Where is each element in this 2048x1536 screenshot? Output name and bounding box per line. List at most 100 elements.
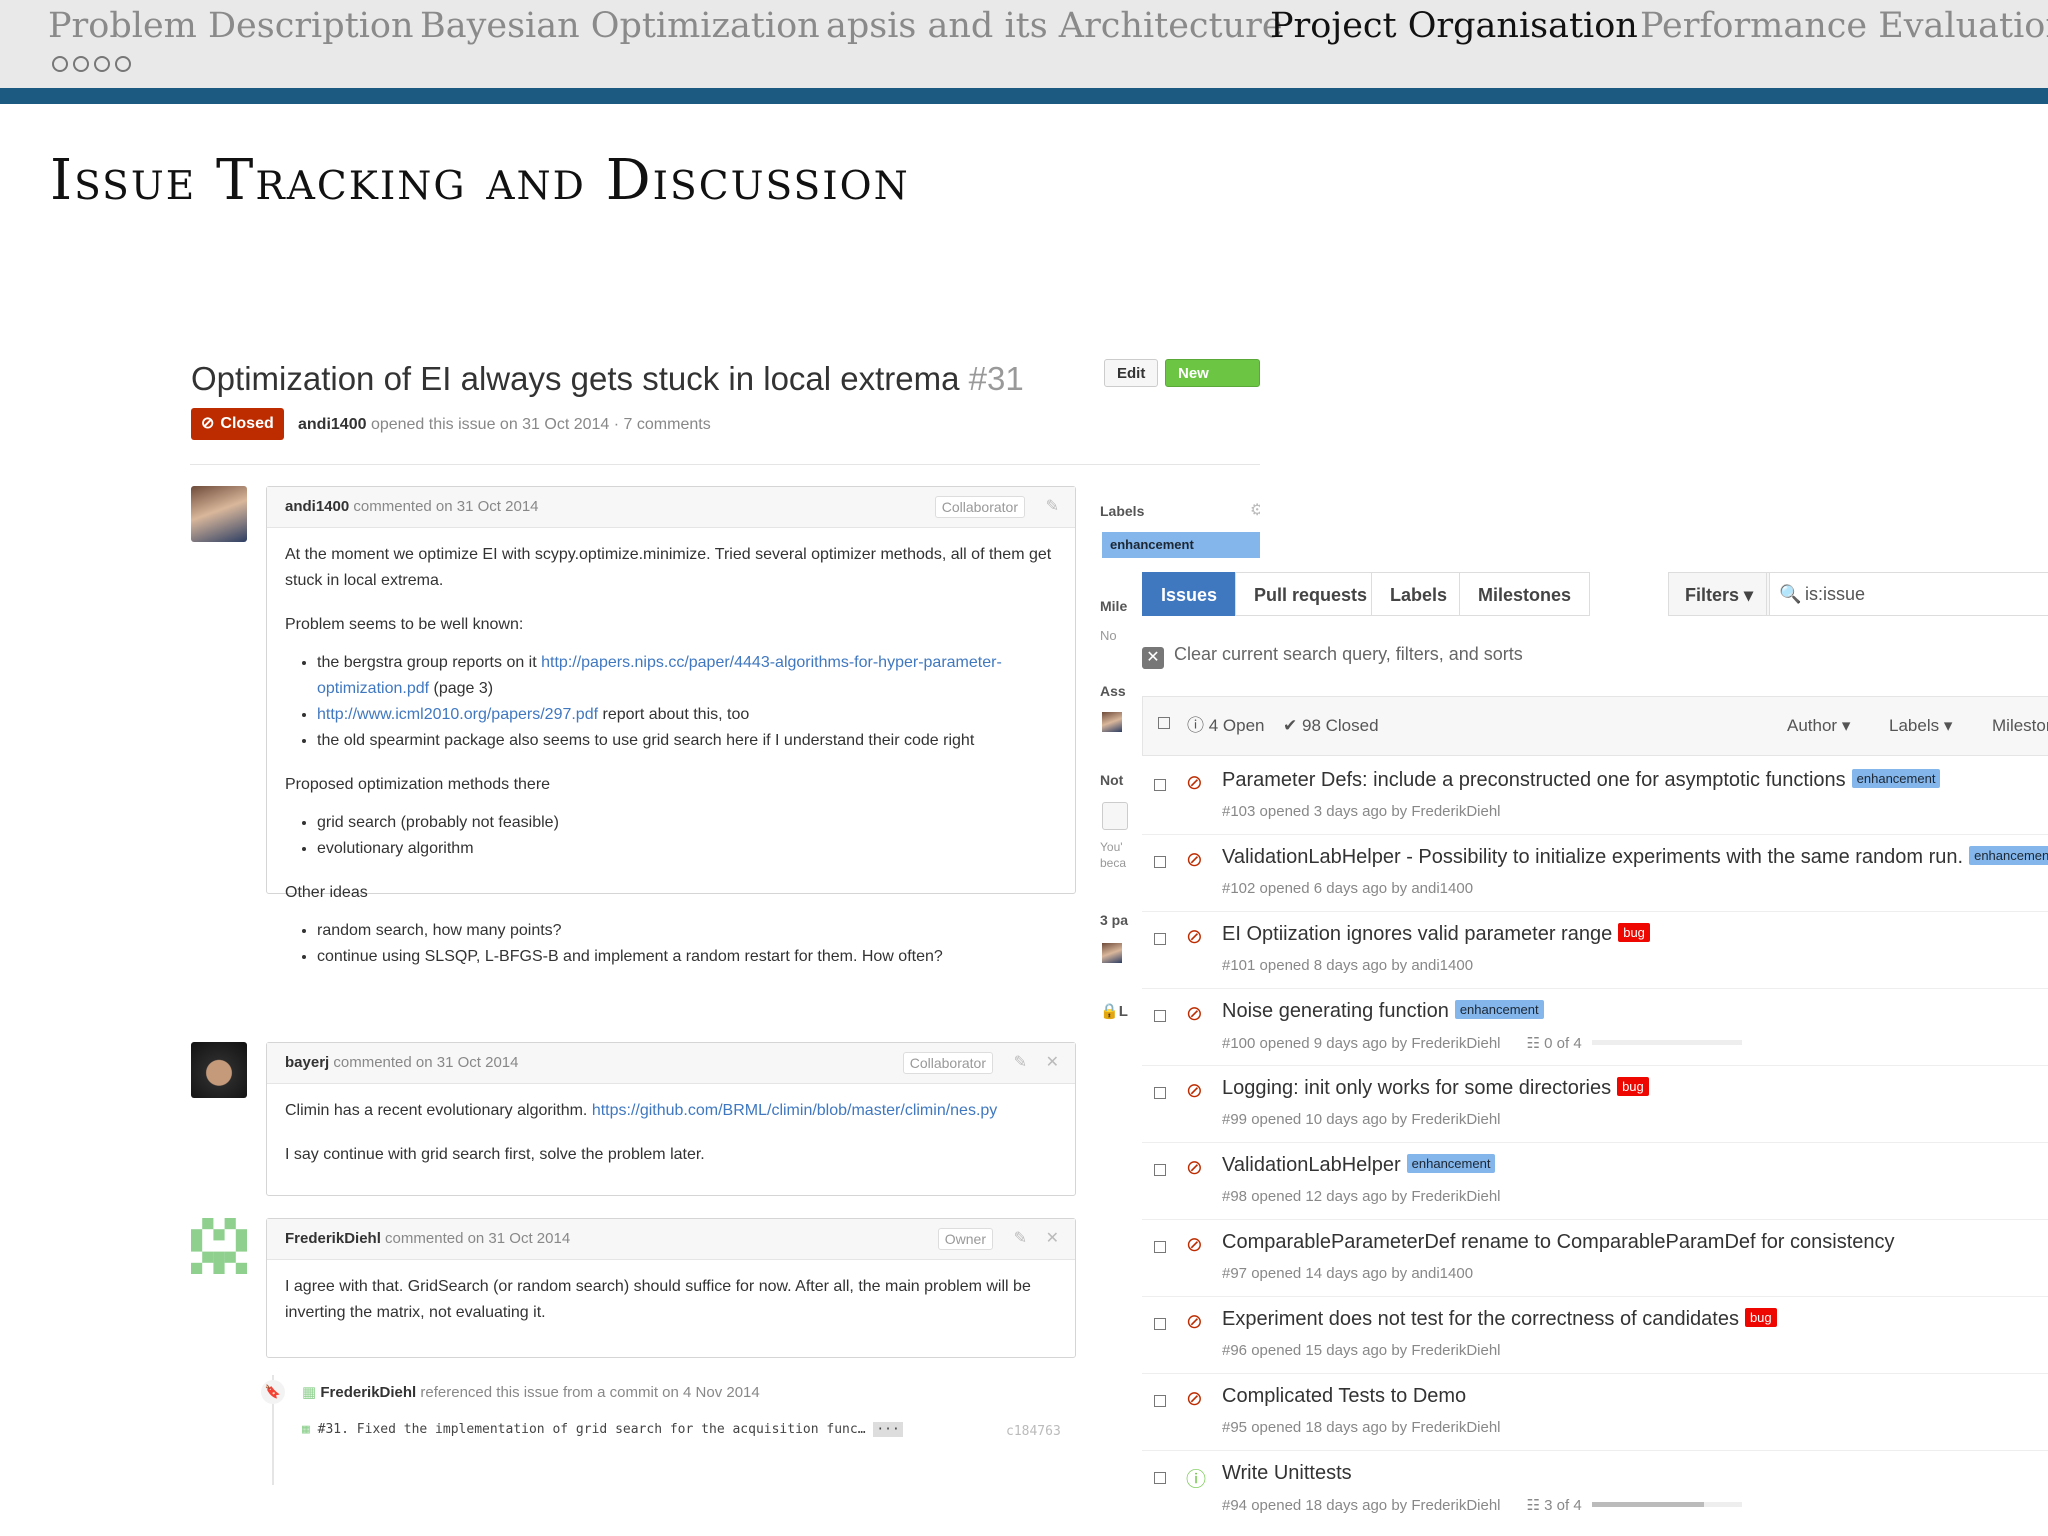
open-count-link[interactable]: ⓘ 4 Open <box>1187 697 1265 755</box>
close-icon[interactable]: ✕ <box>1046 1043 1059 1083</box>
issue-title-link[interactable]: Logging: init only works for some direct… <box>1222 1077 1649 1100</box>
issue-author-link[interactable]: andi1400 <box>298 416 366 433</box>
issue-row[interactable]: ⊘ Experiment does not test for the correc… <box>1142 1296 2048 1374</box>
issue-label[interactable]: enhancement <box>1969 846 2048 865</box>
nav-dot[interactable] <box>94 56 110 72</box>
comment-body: Climin has a recent evolutionary algorit… <box>267 1084 1075 1180</box>
avatar-frederikdiehl[interactable] <box>191 1218 247 1274</box>
nav-dot[interactable] <box>52 56 68 72</box>
nav-section-problem-description[interactable]: Problem Description <box>48 6 414 46</box>
issue-label[interactable]: enhancement <box>1406 1154 1496 1173</box>
comment-author[interactable]: andi1400 <box>285 498 349 515</box>
row-checkbox[interactable] <box>1154 1164 1166 1176</box>
row-checkbox[interactable] <box>1154 1087 1166 1099</box>
issue-title-link[interactable]: ValidationLabHelper enhancement <box>1222 1154 1496 1177</box>
row-checkbox[interactable] <box>1154 1241 1166 1253</box>
issue-row[interactable]: ⊘ EI Optiization ignores valid parameter … <box>1142 911 2048 989</box>
issue-row[interactable]: ⊘ ValidationLabHelper - Possibility to in… <box>1142 834 2048 912</box>
milestones-filter[interactable]: Milestones <box>1992 697 2048 755</box>
avatar-bayerj[interactable] <box>191 1042 247 1098</box>
check-icon: ✔ <box>1283 716 1298 735</box>
tab-pull-requests[interactable]: Pull requests <box>1235 572 1387 616</box>
author-filter[interactable]: Author ▾ <box>1787 697 1850 755</box>
issue-row[interactable]: ⊘ ValidationLabHelper enhancement #98 opene… <box>1142 1142 2048 1220</box>
issue-label[interactable]: enhancement <box>1851 769 1941 788</box>
issue-number: #31 <box>968 360 1024 397</box>
comment-author[interactable]: FrederikDiehl <box>285 1230 381 1247</box>
nav-section-bayesian-optimization[interactable]: Bayesian Optimization <box>420 6 820 46</box>
paper-link[interactable]: http://www.icml2010.org/papers/297.pdf <box>317 706 598 723</box>
issue-label[interactable]: enhancement <box>1454 1000 1544 1019</box>
issue-row[interactable]: ⊘ Parameter Defs: include a preconstructe… <box>1142 757 2048 835</box>
list-item: grid search (probably not feasible) <box>317 810 1057 836</box>
issue-row[interactable]: ⓘ Write Unittests #94 opened 18 days ago b… <box>1142 1450 2048 1513</box>
issue-label[interactable]: bug <box>1744 1308 1777 1327</box>
row-checkbox[interactable] <box>1154 1010 1166 1022</box>
comment-paragraph: I say continue with grid search first, s… <box>285 1146 705 1163</box>
task-progress-bar <box>1591 1502 1742 1507</box>
issue-row[interactable]: ⊘ Noise generating function enhancement #10… <box>1142 988 2048 1066</box>
comment-author[interactable]: bayerj <box>285 1054 329 1071</box>
closed-issue-icon: ⊘ <box>1186 1157 1203 1179</box>
gear-icon[interactable]: ⚙ <box>1250 500 1260 520</box>
commit-sha[interactable]: c184763 <box>1006 1424 1061 1439</box>
nav-dot[interactable] <box>115 56 131 72</box>
search-input[interactable]: 🔍 is:issue <box>1766 572 2048 616</box>
climin-link[interactable]: https://github.com/BRML/climin/blob/mast… <box>592 1102 997 1119</box>
assignee-avatar[interactable] <box>1102 712 1122 732</box>
lock-conversation[interactable]: 🔒L <box>1100 1002 1128 1020</box>
edit-issue-button[interactable]: Edit <box>1104 359 1159 387</box>
nav-section-apsis-architecture[interactable]: apsis and its Architecture <box>826 6 1283 46</box>
expand-commit-button[interactable]: ··· <box>873 1422 903 1437</box>
task-list-icon: ☷ <box>1526 1035 1540 1052</box>
row-checkbox[interactable] <box>1154 1395 1166 1407</box>
pencil-icon[interactable]: ✎ <box>1046 487 1059 527</box>
avatar-andi1400[interactable] <box>191 486 247 542</box>
issue-title-link[interactable]: Complicated Tests to Demo <box>1222 1385 1466 1408</box>
select-all-checkbox[interactable] <box>1158 717 1170 729</box>
issue-title-link[interactable]: Write Unittests <box>1222 1462 1352 1485</box>
comment-andi1400: andi1400 commented on 31 Oct 2014 Collab… <box>266 486 1076 965</box>
row-checkbox[interactable] <box>1154 856 1166 868</box>
clear-filters-link[interactable]: ✕ Clear current search query, filters, an… <box>1142 644 1523 669</box>
pencil-icon[interactable]: ✎ <box>1014 1219 1027 1259</box>
issue-title-link[interactable]: Parameter Defs: include a preconstructed… <box>1222 769 1941 792</box>
issue-label[interactable]: bug <box>1617 1077 1649 1096</box>
issue-row[interactable]: ⊘ ComparableParameterDef rename to Compar… <box>1142 1219 2048 1297</box>
closed-issue-icon: ⊘ <box>1186 849 1203 871</box>
sidebar-label-enhancement[interactable]: enhancement <box>1102 532 1260 558</box>
issue-title-link[interactable]: Experiment does not test for the correct… <box>1222 1308 1777 1331</box>
row-checkbox[interactable] <box>1154 1318 1166 1330</box>
nav-dot[interactable] <box>73 56 89 72</box>
participant-avatar[interactable] <box>1102 943 1122 963</box>
reference-author[interactable]: FrederikDiehl <box>320 1384 416 1401</box>
tab-milestones[interactable]: Milestones <box>1459 572 1591 616</box>
nav-section-project-organisation[interactable]: Project Organisation <box>1270 6 1638 46</box>
issue-title-link[interactable]: Noise generating function enhancement <box>1222 1000 1544 1023</box>
sidebar-participants-heading: 3 pa <box>1100 912 1129 928</box>
nav-section-performance-evaluation[interactable]: Performance Evaluation <box>1640 6 2048 46</box>
close-icon[interactable]: ✕ <box>1046 1219 1059 1259</box>
issue-label[interactable]: bug <box>1618 923 1650 942</box>
new-issue-button[interactable]: New issue <box>1165 359 1260 410</box>
closed-issue-icon: ⊘ <box>1186 1311 1203 1333</box>
issue-title: Optimization of EI always gets stuck in … <box>191 360 1024 397</box>
subscribe-button[interactable] <box>1102 802 1128 830</box>
row-checkbox[interactable] <box>1154 1472 1166 1484</box>
issue-title-link[interactable]: ComparableParameterDef rename to Compara… <box>1222 1231 1895 1254</box>
row-checkbox[interactable] <box>1154 779 1166 791</box>
pencil-icon[interactable]: ✎ <box>1014 1043 1027 1083</box>
tab-labels[interactable]: Labels <box>1371 572 1467 616</box>
row-checkbox[interactable] <box>1154 933 1166 945</box>
comment-body: I agree with that. GridSearch (or random… <box>267 1260 1075 1338</box>
tab-issues[interactable]: Issues <box>1142 572 1237 616</box>
issue-title-link[interactable]: EI Optiization ignores valid parameter r… <box>1222 923 1650 946</box>
filters-dropdown[interactable]: Filters ▾ <box>1668 572 1771 616</box>
closed-count-link[interactable]: ✔ 98 Closed <box>1283 697 1379 755</box>
issue-row[interactable]: ⊘ Logging: init only works for some direc… <box>1142 1065 2048 1143</box>
issue-row[interactable]: ⊘ Complicated Tests to Demo #95 opened 18 … <box>1142 1373 2048 1451</box>
commit-message[interactable]: ▦ #31. Fixed the implementation of grid … <box>302 1422 903 1437</box>
issue-title-link[interactable]: ValidationLabHelper - Possibility to ini… <box>1222 846 2048 869</box>
labels-filter[interactable]: Labels ▾ <box>1889 697 1952 755</box>
issue-state-badge: ⊘ Closed <box>191 408 284 440</box>
